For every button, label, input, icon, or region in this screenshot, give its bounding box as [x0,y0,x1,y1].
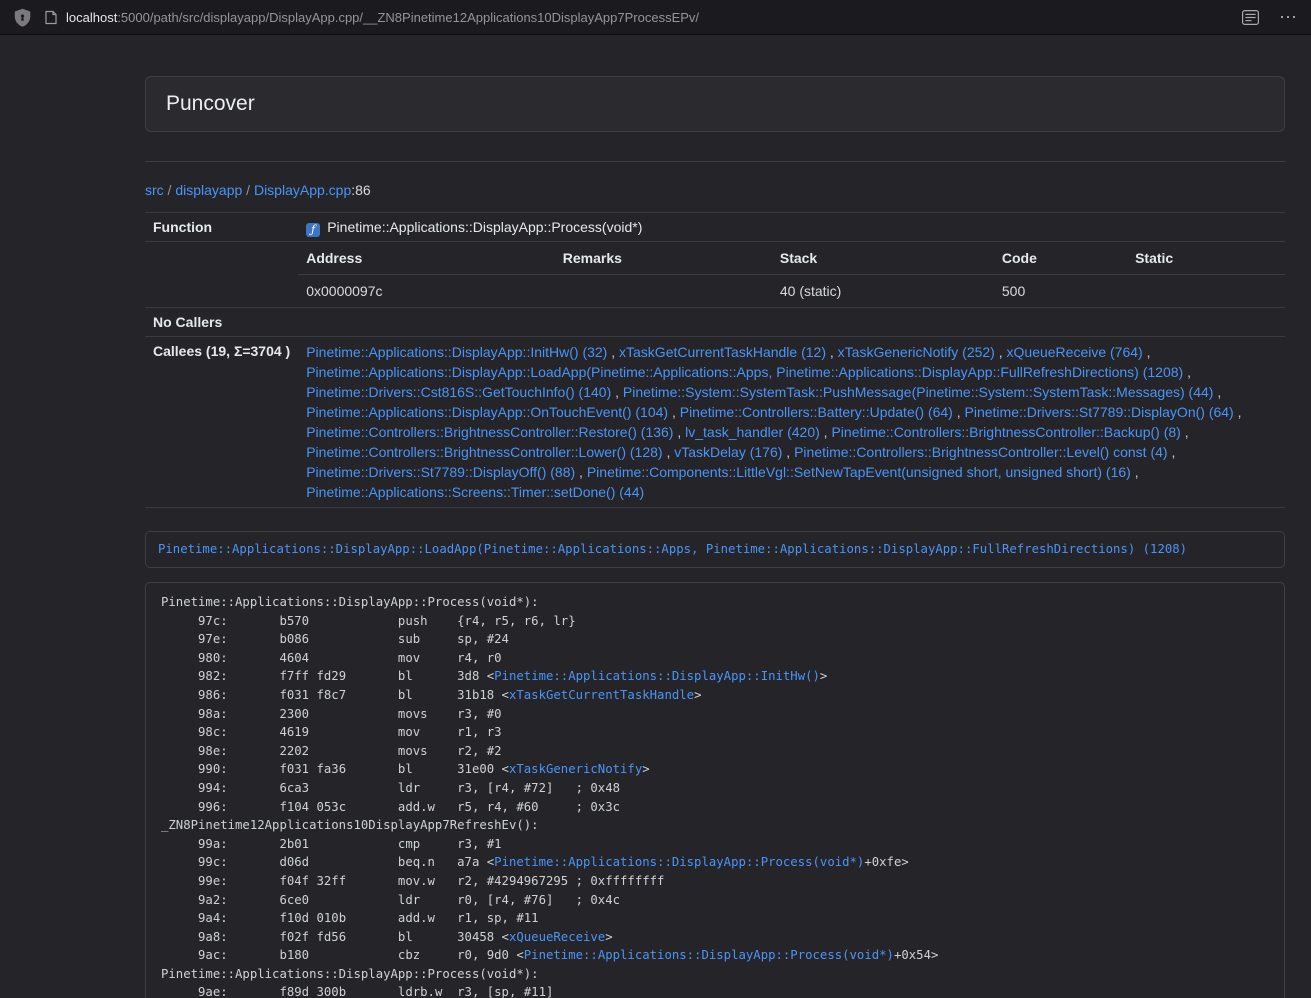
address-value: 0x0000097c [298,275,555,308]
asm-symbol-link[interactable]: xTaskGenericNotify [509,762,642,776]
url-path: :5000/path/src/displayapp/DisplayApp.cpp… [117,10,699,25]
callee-link[interactable]: vTaskDelay (176) [674,444,782,460]
callee-separator: , [953,404,965,420]
callee-separator: , [575,464,587,480]
callee-link[interactable]: Pinetime::Controllers::BrightnessControl… [831,424,1180,440]
callee-link[interactable]: Pinetime::Applications::Screens::Timer::… [306,484,644,500]
breadcrumb-separator: / [164,182,176,198]
divider [145,161,1285,162]
function-name-cell: ƒ Pinetime::Applications::DisplayApp::Pro… [298,213,1285,242]
callees-row: Callees (19, Σ=3704 ) Pinetime::Applicat… [145,337,1285,508]
callee-link[interactable]: xTaskGenericNotify (252) [838,344,995,360]
remarks-value [555,275,772,308]
disassembly-pre: Pinetime::Applications::DisplayApp::Proc… [145,582,1285,998]
asm-symbol-link[interactable]: Pinetime::Applications::DisplayApp::Proc… [524,948,894,962]
callee-link[interactable]: xTaskGetCurrentTaskHandle (12) [619,344,826,360]
asm-symbol-link[interactable]: Pinetime::Applications::DisplayApp::Init… [494,669,820,683]
no-callers-cell [298,308,1285,337]
callee-link[interactable]: Pinetime::System::SystemTask::PushMessag… [623,384,1214,400]
col-stack: Stack [772,242,994,275]
callee-separator: , [663,444,675,460]
url-host: localhost [66,10,117,25]
callee-separator: , [1131,464,1139,480]
callee-link[interactable]: Pinetime::Applications::DisplayApp::OnTo… [306,404,668,420]
col-code: Code [994,242,1127,275]
callee-separator: , [826,344,838,360]
browser-menu-icon[interactable]: ⋯ [1279,8,1297,26]
breadcrumb: src / displayapp / DisplayApp.cpp:86 [145,182,1285,198]
no-callers-row: No Callers [145,308,1285,337]
browser-chrome: localhost:5000/path/src/displayapp/Displ… [0,0,1311,35]
breadcrumb-link[interactable]: src [145,182,164,198]
callee-separator: , [1168,444,1176,460]
stats-row-label [145,242,298,308]
asm-symbol-link[interactable]: xQueueReceive [509,930,605,944]
function-type-icon: ƒ [306,223,320,237]
callee-separator: , [1143,344,1151,360]
callee-link[interactable]: xQueueReceive (764) [1007,344,1143,360]
callee-link[interactable]: Pinetime::Controllers::Battery::Update()… [680,404,953,420]
static-value [1127,275,1285,308]
callee-separator: , [607,344,619,360]
breadcrumb-separator: / [242,182,254,198]
stats-row: Address Remarks Stack Code Static 0x0000… [145,242,1285,308]
callee-separator: , [1213,384,1221,400]
breadcrumb-line-number: :86 [351,182,370,198]
symbol-table: Function ƒPinetime::Applications::Displa… [145,212,1285,508]
callee-link[interactable]: Pinetime::Drivers::Cst816S::GetTouchInfo… [306,384,611,400]
callee-link[interactable]: Pinetime::Controllers::BrightnessControl… [306,424,673,440]
callee-separator: , [820,424,832,440]
function-row: Function ƒ Pinetime::Applications::Displa… [145,213,1285,242]
stats-values-row: 0x0000097c 40 (static) 500 [298,275,1285,308]
stats-table: Address Remarks Stack Code Static 0x0000… [298,242,1285,307]
callee-link[interactable]: Pinetime::Controllers::BrightnessControl… [306,444,662,460]
callee-link[interactable]: Pinetime::Applications::DisplayApp::Init… [306,344,607,360]
col-address: Address [298,242,555,275]
callees-list: Pinetime::Applications::DisplayApp::Init… [298,337,1285,508]
stats-header-row: Address Remarks Stack Code Static [298,242,1285,275]
code-value: 500 [994,275,1127,308]
callee-separator: , [1181,424,1189,440]
shield-icon[interactable] [14,8,31,27]
reader-view-icon[interactable] [1242,10,1259,25]
stack-value: 40 (static) [772,275,994,308]
page-title: Puncover [166,91,1264,117]
callee-link[interactable]: lv_task_handler (420) [685,424,820,440]
callee-link[interactable]: Pinetime::Drivers::St7789::DisplayOn() (… [965,404,1234,420]
asm-symbol-link[interactable]: Pinetime::Applications::DisplayApp::Proc… [494,855,864,869]
callee-link[interactable]: Pinetime::Components::LittleVgl::SetNewT… [587,464,1131,480]
page-icon [45,10,57,25]
page-title-box: Puncover [145,76,1285,132]
breadcrumb-link[interactable]: DisplayApp.cpp [254,182,351,198]
callee-link[interactable]: Pinetime::Controllers::BrightnessControl… [794,444,1167,460]
highlighted-callee-link[interactable]: Pinetime::Applications::DisplayApp::Load… [145,531,1285,568]
function-label: Function [145,213,298,242]
puncover-page: Puncover src / displayapp / DisplayApp.c… [145,35,1285,998]
function-name: Pinetime::Applications::DisplayApp::Proc… [327,219,642,235]
col-remarks: Remarks [555,242,772,275]
callees-label: Callees (19, Σ=3704 ) [145,337,298,508]
callee-separator: , [995,344,1007,360]
callee-separator: , [1183,364,1191,380]
breadcrumb-link[interactable]: displayapp [175,182,242,198]
callee-separator: , [611,384,623,400]
col-static: Static [1127,242,1285,275]
callee-link[interactable]: Pinetime::Drivers::St7789::DisplayOff() … [306,464,575,480]
callee-link[interactable]: Pinetime::Applications::DisplayApp::Load… [306,364,1183,380]
callee-separator: , [673,424,685,440]
url-bar[interactable]: localhost:5000/path/src/displayapp/Displ… [45,10,1230,25]
callee-separator: , [668,404,680,420]
asm-symbol-link[interactable]: xTaskGetCurrentTaskHandle [509,688,694,702]
no-callers-label: No Callers [145,308,298,337]
callee-separator: , [782,444,794,460]
callee-separator: , [1234,404,1242,420]
